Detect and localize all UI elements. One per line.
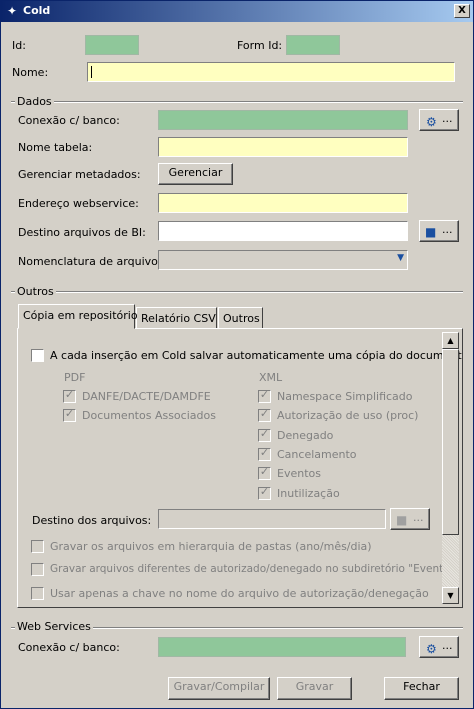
check-icon: ✓ [64,388,75,401]
chave-nome-checkbox[interactable] [31,587,44,600]
xml-label: XML [259,371,283,384]
webservice-input[interactable] [158,193,408,213]
conexao-label: Conexão c/ banco: [18,114,120,127]
arrow-down-icon: ▼ [447,591,454,600]
conexao-browse-button[interactable]: ⚙ ... [419,109,459,131]
title-bar[interactable]: ✦ Cold X [1,1,473,22]
webservice-label: Endereço webservice: [18,197,139,210]
folder-network-icon: ■ [396,513,408,527]
nome-input[interactable] [87,62,455,82]
check-icon: ✓ [259,446,270,459]
scroll-up-button[interactable]: ▲ [442,332,459,349]
metadados-label: Gerenciar metadados: [18,168,141,181]
nome-label: Nome: [12,66,49,79]
chevron-down-icon: ▼ [397,253,404,263]
folder-network-icon: ■ [425,225,437,239]
pdf-danfe-label: DANFE/DACTE/DAMDFE [82,390,211,403]
cold-window: ✦ Cold X Id: Form Id: Nome: Dados Conexã… [0,0,474,709]
xml-cancelamento-label: Cancelamento [277,448,357,461]
tabela-input[interactable] [158,137,408,157]
destino-arquivos-input[interactable] [158,509,386,529]
check-icon: ✓ [64,407,75,420]
check-icon: ✓ [259,388,270,401]
xml-autorizacao-label: Autorização de uso (proc) [277,409,419,422]
gerenciar-button[interactable]: Gerenciar [158,163,233,185]
tab-copia-repositorio[interactable]: Cópia em repositório [18,304,138,329]
tabela-label: Nome tabela: [18,141,93,154]
form-id-field [286,35,340,55]
window-title: Cold [23,4,51,17]
destino-arquivos-label: Destino dos arquivos: [32,514,152,527]
destino-bi-browse-button[interactable]: ■ ... [419,220,459,242]
id-label: Id: [12,39,26,52]
check-icon: ✓ [259,407,270,420]
auto-copy-label: A cada inserção em Cold salvar automatic… [50,349,463,362]
hierarquia-label: Gravar os arquivos em hierarquia de past… [50,540,372,553]
scroll-thumb[interactable] [442,349,459,535]
form-id-label: Form Id: [237,39,283,52]
chave-nome-label: Usar apenas a chave no nome do arquivo d… [50,587,429,600]
outros-divider [11,291,463,293]
destino-arquivos-browse-button[interactable]: ■ ... [390,508,430,530]
copia-tab-panel: A cada inserção em Cold salvar automatic… [17,328,463,608]
webservices-group-label: Web Services [15,620,93,633]
ellipsis-text: ... [442,112,453,125]
nomenclatura-select[interactable]: ▼ [158,250,408,270]
ws-conexao-browse-button[interactable]: ⚙ ... [419,636,459,658]
destino-bi-label: Destino arquivos de BI: [18,226,146,239]
pdf-associados-checkbox[interactable]: ✓ [63,407,76,422]
fechar-button[interactable]: Fechar [384,677,459,700]
tab-relatorio-csv[interactable]: Relatório CSV [136,307,217,329]
gravar-button[interactable]: Gravar [277,677,352,700]
nomenclatura-label: Nomenclatura de arquivo: [18,255,162,268]
pdf-danfe-checkbox[interactable]: ✓ [63,388,76,403]
check-icon: ✓ [259,465,270,478]
database-link-icon: ⚙ [426,642,437,656]
auto-copy-checkbox[interactable] [31,349,44,362]
tab-outros[interactable]: Outros [218,307,263,329]
ws-conexao-label: Conexão c/ banco: [18,641,120,654]
xml-autorizacao-checkbox[interactable]: ✓ [258,407,271,422]
pdf-associados-label: Documentos Associados [82,409,216,422]
vertical-scrollbar[interactable]: ▲ ▼ [442,332,459,604]
dados-group-label: Dados [15,95,54,108]
eventos-subdir-label: Gravar arquivos diferentes de autorizado… [50,563,460,575]
xml-eventos-checkbox[interactable]: ✓ [258,465,271,480]
xml-inutilizacao-checkbox[interactable]: ✓ [258,485,271,500]
xml-namespace-checkbox[interactable]: ✓ [258,388,271,403]
gravar-compilar-button[interactable]: Gravar/Compilar [168,677,270,700]
hierarquia-checkbox[interactable] [31,540,44,553]
close-button[interactable]: X [454,4,470,18]
conexao-field [158,110,408,130]
ellipsis-text: ... [442,223,453,236]
check-icon: ✓ [259,427,270,440]
pdf-label: PDF [64,371,86,384]
database-link-icon: ⚙ [426,115,437,129]
eventos-subdir-checkbox[interactable] [31,563,44,576]
xml-namespace-label: Namespace Simplificado [277,390,413,403]
app-icon: ✦ [6,4,18,18]
arrow-up-icon: ▲ [447,336,454,345]
xml-cancelamento-checkbox[interactable]: ✓ [258,446,271,461]
scroll-down-button[interactable]: ▼ [442,587,459,604]
outros-group-label: Outros [15,285,56,298]
xml-denegado-checkbox[interactable]: ✓ [258,427,271,442]
destino-bi-input[interactable] [158,221,408,241]
ws-conexao-field [158,637,406,657]
xml-inutilizacao-label: Inutilização [277,487,340,500]
dados-divider [11,101,463,103]
text-caret [91,66,92,78]
id-field [85,35,139,55]
ellipsis-text: ... [413,511,424,524]
ellipsis-text: ... [442,639,453,652]
check-icon: ✓ [259,485,270,498]
xml-eventos-label: Eventos [277,467,321,480]
xml-denegado-label: Denegado [277,429,334,442]
